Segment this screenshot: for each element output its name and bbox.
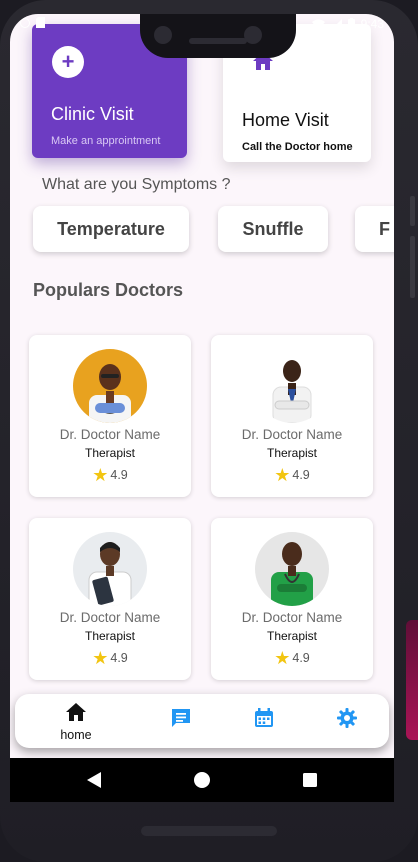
bottom-speaker-grille	[141, 826, 277, 836]
star-icon: ★	[92, 648, 109, 668]
popular-doctors-heading: Populars Doctors	[33, 280, 184, 300]
symptom-chip-temperature[interactable]: Temperature	[33, 206, 189, 252]
home-visit-title: Home Visit	[242, 110, 329, 130]
doctor-name: Dr. Doctor Name	[59, 610, 161, 625]
doctor-card[interactable]: Dr. Doctor Name Therapist ★ 4.9	[29, 335, 191, 497]
earpiece-speaker	[189, 38, 247, 44]
doctor-name: Dr. Doctor Name	[59, 427, 161, 442]
rating-value: 4.9	[110, 468, 128, 482]
home-circle-icon	[194, 772, 210, 788]
sd-card-icon	[36, 17, 45, 28]
plus-icon: +	[52, 46, 84, 78]
doctor-role: Therapist	[84, 629, 136, 643]
doctor-avatar	[255, 532, 329, 606]
back-icon	[87, 772, 101, 788]
status-indicator-icon	[20, 17, 30, 28]
rating-value: 4.9	[292, 468, 310, 482]
power-button	[410, 236, 415, 298]
rating-value: 4.9	[110, 651, 128, 665]
clinic-visit-subtitle: Make an approintment	[51, 135, 161, 147]
nav-chat[interactable]	[151, 694, 211, 748]
front-camera-icon	[244, 26, 262, 44]
star-icon: ★	[92, 465, 109, 485]
clock: 9:43	[360, 17, 384, 31]
doctor-card[interactable]: Dr. Doctor Name Therapist ★ 4.9	[29, 518, 191, 680]
doctor-avatar	[73, 532, 147, 606]
volume-button	[410, 196, 415, 226]
chat-icon	[172, 709, 190, 727]
doctor-avatar	[255, 349, 329, 423]
wifi-icon	[311, 19, 325, 30]
calendar-icon	[255, 708, 273, 727]
home-system-button[interactable]	[182, 758, 222, 802]
back-button[interactable]	[74, 758, 114, 802]
symptom-chip-partial[interactable]: F	[355, 206, 394, 252]
recents-icon	[303, 773, 317, 787]
system-navigation-bar	[10, 758, 394, 802]
nav-settings[interactable]	[317, 694, 377, 748]
settings-icon	[337, 708, 357, 728]
doctor-role: Therapist	[84, 446, 136, 460]
side-glow	[406, 620, 418, 740]
doctor-rating: ★ 4.9	[29, 648, 191, 669]
nav-calendar[interactable]	[234, 694, 294, 748]
home-icon	[66, 703, 86, 721]
nav-home[interactable]: home	[46, 694, 106, 748]
recents-button[interactable]	[290, 758, 330, 802]
doctor-name: Dr. Doctor Name	[241, 427, 343, 442]
symptom-chip-snuffle[interactable]: Snuffle	[218, 206, 328, 252]
doctor-avatar	[73, 349, 147, 423]
symptoms-heading: What are you Symptoms ?	[42, 176, 231, 193]
doctor-rating: ★ 4.9	[29, 465, 191, 486]
bottom-navigation: home	[15, 694, 389, 748]
star-icon: ★	[274, 648, 291, 668]
rating-value: 4.9	[292, 651, 310, 665]
app-screen: 9:43 + Clinic Visit Make an approintment…	[10, 14, 394, 758]
camera-notch	[140, 14, 296, 58]
star-icon: ★	[274, 465, 291, 485]
signal-icon	[330, 18, 342, 30]
home-visit-subtitle: Call the Doctor home	[242, 141, 353, 153]
doctor-card[interactable]: Dr. Doctor Name Therapist ★ 4.9	[211, 518, 373, 680]
doctor-card[interactable]: Dr. Doctor Name Therapist ★ 4.9	[211, 335, 373, 497]
doctor-rating: ★ 4.9	[211, 465, 373, 486]
doctor-name: Dr. Doctor Name	[241, 610, 343, 625]
front-camera-icon	[154, 26, 172, 44]
clinic-visit-title: Clinic Visit	[51, 104, 134, 124]
doctor-rating: ★ 4.9	[211, 648, 373, 669]
battery-icon	[347, 18, 355, 30]
phone-frame: 9:43 + Clinic Visit Make an approintment…	[0, 0, 418, 862]
nav-home-label: home	[60, 728, 92, 742]
doctor-role: Therapist	[266, 446, 318, 460]
doctor-role: Therapist	[266, 629, 318, 643]
